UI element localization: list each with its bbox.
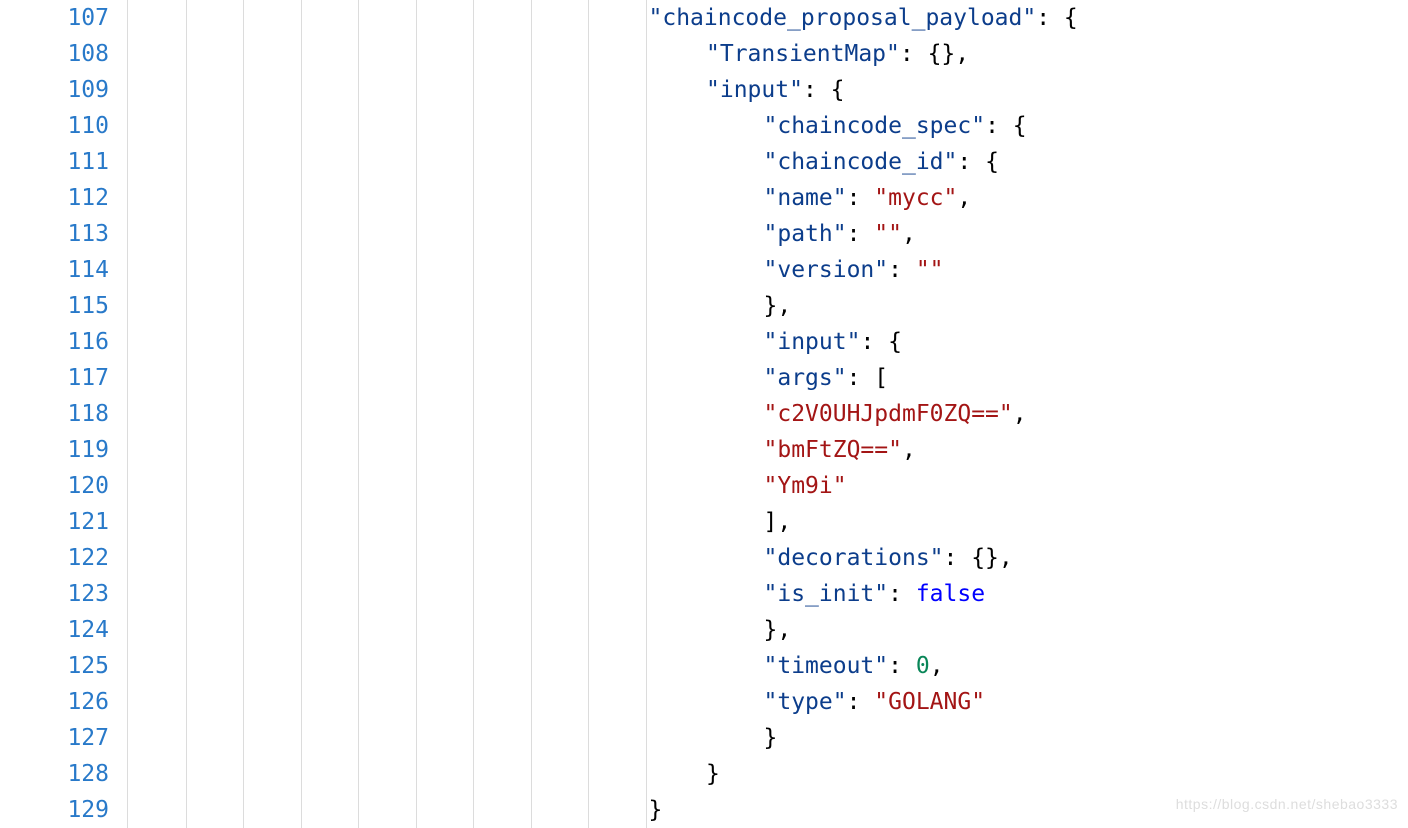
watermark-text: https://blog.csdn.net/shebao3333 xyxy=(1176,786,1398,822)
token-key: "name" xyxy=(764,185,847,211)
token-key: "chaincode_spec" xyxy=(764,113,986,139)
token-punct: : xyxy=(847,221,875,247)
line-number: 113 xyxy=(0,216,109,252)
code-line: "type": "GOLANG" xyxy=(131,684,1408,720)
token-key: "type" xyxy=(764,689,847,715)
token-punct: : [ xyxy=(847,365,889,391)
token-punct: ], xyxy=(764,509,792,535)
code-line: "timeout": 0, xyxy=(131,648,1408,684)
line-number: 119 xyxy=(0,432,109,468)
token-key: "args" xyxy=(764,365,847,391)
line-number: 123 xyxy=(0,576,109,612)
line-number: 126 xyxy=(0,684,109,720)
code-line: "chaincode_id": { xyxy=(131,144,1408,180)
token-punct: : {}, xyxy=(900,41,969,67)
token-punct: }, xyxy=(764,617,792,643)
line-number: 107 xyxy=(0,0,109,36)
token-punct: , xyxy=(902,437,916,463)
token-punct: } xyxy=(649,797,663,823)
line-number: 128 xyxy=(0,756,109,792)
token-punct: , xyxy=(1013,401,1027,427)
line-number: 112 xyxy=(0,180,109,216)
line-number: 124 xyxy=(0,612,109,648)
token-key: "TransientMap" xyxy=(706,41,900,67)
token-punct: : { xyxy=(860,329,902,355)
code-line: }, xyxy=(131,288,1408,324)
line-number-gutter: 1071081091101111121131141151161171181191… xyxy=(0,0,128,828)
token-punct: , xyxy=(930,653,944,679)
token-punct: : {}, xyxy=(944,545,1013,571)
token-punct: : { xyxy=(985,113,1027,139)
line-number: 121 xyxy=(0,504,109,540)
token-str: "" xyxy=(916,257,944,283)
code-editor: 1071081091101111121131141151161171181191… xyxy=(0,0,1408,828)
token-punct: }, xyxy=(764,293,792,319)
code-line: "is_init": false xyxy=(131,576,1408,612)
token-punct: : xyxy=(888,653,916,679)
token-str: "GOLANG" xyxy=(874,689,985,715)
token-punct: : xyxy=(888,581,916,607)
line-number: 125 xyxy=(0,648,109,684)
token-punct: : xyxy=(847,689,875,715)
token-punct: : xyxy=(847,185,875,211)
token-punct: : { xyxy=(1036,5,1078,31)
token-str: "c2V0UHJpdmF0ZQ==" xyxy=(764,401,1013,427)
line-number: 111 xyxy=(0,144,109,180)
token-punct: : xyxy=(888,257,916,283)
token-punct: } xyxy=(706,761,720,787)
token-str: "" xyxy=(874,221,902,247)
token-str: "bmFtZQ==" xyxy=(764,437,902,463)
token-str: "Ym9i" xyxy=(764,473,847,499)
line-number: 122 xyxy=(0,540,109,576)
line-number: 120 xyxy=(0,468,109,504)
token-punct: : { xyxy=(957,149,999,175)
code-area: "chaincode_proposal_payload": {"Transien… xyxy=(128,0,1408,828)
token-num: 0 xyxy=(916,653,930,679)
line-number: 118 xyxy=(0,396,109,432)
line-number: 110 xyxy=(0,108,109,144)
line-number: 115 xyxy=(0,288,109,324)
token-punct: , xyxy=(957,185,971,211)
token-kw: false xyxy=(916,581,985,607)
token-key: "is_init" xyxy=(764,581,889,607)
code-line: "name": "mycc", xyxy=(131,180,1408,216)
line-number: 117 xyxy=(0,360,109,396)
line-number: 116 xyxy=(0,324,109,360)
code-line: "c2V0UHJpdmF0ZQ==", xyxy=(131,396,1408,432)
code-line: "chaincode_proposal_payload": { xyxy=(131,0,1408,36)
token-punct: : { xyxy=(803,77,845,103)
line-number: 109 xyxy=(0,72,109,108)
code-line: "path": "", xyxy=(131,216,1408,252)
token-key: "decorations" xyxy=(764,545,944,571)
token-punct: , xyxy=(902,221,916,247)
code-line: "decorations": {}, xyxy=(131,540,1408,576)
token-key: "chaincode_id" xyxy=(764,149,958,175)
code-line: "input": { xyxy=(131,324,1408,360)
code-line: "chaincode_spec": { xyxy=(131,108,1408,144)
token-key: "version" xyxy=(764,257,889,283)
code-line: "bmFtZQ==", xyxy=(131,432,1408,468)
token-str: "mycc" xyxy=(874,185,957,211)
line-number: 108 xyxy=(0,36,109,72)
token-key: "path" xyxy=(764,221,847,247)
code-line: "Ym9i" xyxy=(131,468,1408,504)
code-line: } xyxy=(131,720,1408,756)
token-key: "timeout" xyxy=(764,653,889,679)
token-key: "chaincode_proposal_payload" xyxy=(649,5,1037,31)
code-line: "args": [ xyxy=(131,360,1408,396)
line-number: 129 xyxy=(0,792,109,828)
code-line: }, xyxy=(131,612,1408,648)
token-key: "input" xyxy=(706,77,803,103)
code-line: "version": "" xyxy=(131,252,1408,288)
code-line: "TransientMap": {}, xyxy=(131,36,1408,72)
code-line: ], xyxy=(131,504,1408,540)
token-punct: } xyxy=(764,725,778,751)
token-key: "input" xyxy=(764,329,861,355)
line-number: 114 xyxy=(0,252,109,288)
code-line: "input": { xyxy=(131,72,1408,108)
line-number: 127 xyxy=(0,720,109,756)
